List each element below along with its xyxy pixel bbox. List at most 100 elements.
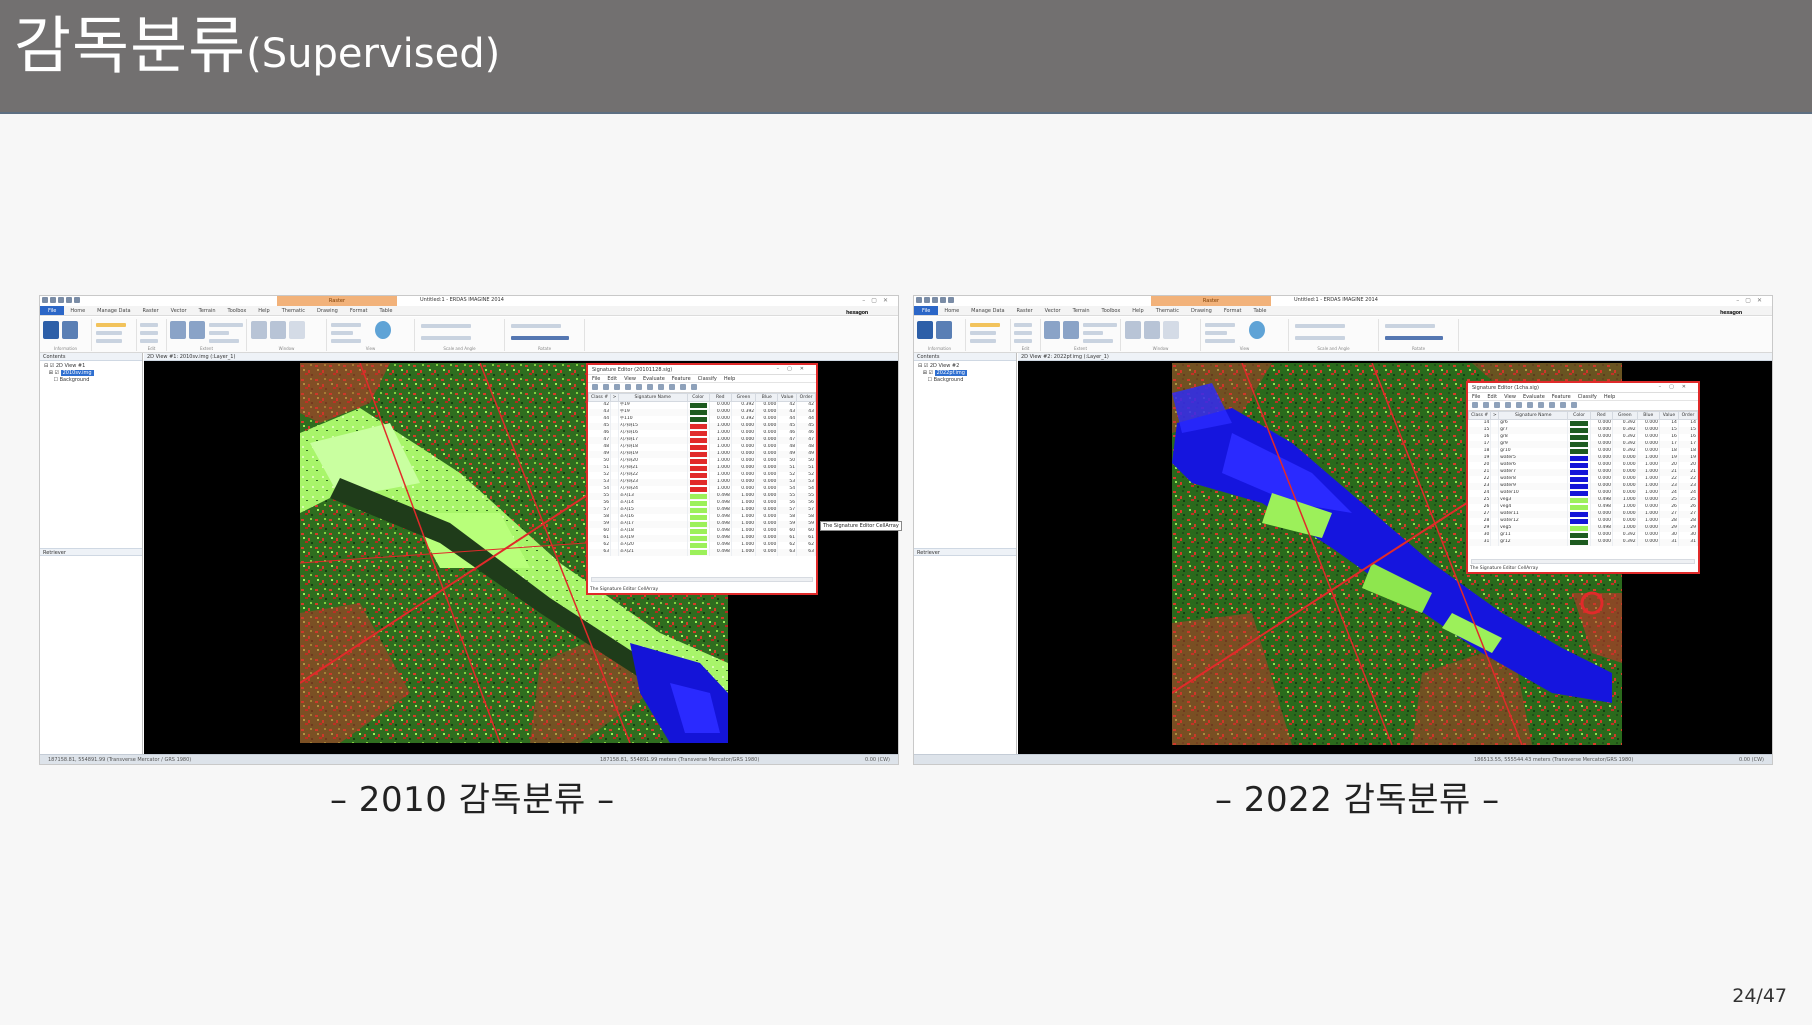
color-swatch-cell[interactable] <box>687 520 710 528</box>
angle-slider[interactable] <box>1295 336 1345 340</box>
color-swatch[interactable] <box>689 423 707 429</box>
inquire-button[interactable] <box>96 331 122 335</box>
table-row[interactable]: 58 초지16 0.498 1.000 0.000 58 58 <box>588 513 816 521</box>
link-views-icon[interactable] <box>1144 321 1160 339</box>
col-value[interactable]: Value <box>777 393 798 402</box>
signature-name-cell[interactable]: water7 <box>1498 468 1569 476</box>
inquire-button[interactable] <box>970 331 996 335</box>
color-swatch-cell[interactable] <box>1567 489 1591 497</box>
reset-icon[interactable] <box>1063 321 1079 339</box>
menu-file[interactable]: File <box>914 306 939 315</box>
color-swatch[interactable] <box>1570 448 1588 454</box>
table-row[interactable]: 18 gr10 0.000 0.392 0.000 18 18 <box>1468 447 1699 455</box>
signature-name-cell[interactable]: veg5 <box>1498 524 1569 532</box>
signature-name-cell[interactable]: 초지21 <box>618 548 688 556</box>
table-row[interactable]: 54 시가화24 1.000 0.000 0.000 54 54 <box>588 485 816 493</box>
col-order[interactable]: Order <box>1677 411 1699 420</box>
quick-access-toolbar[interactable] <box>916 297 1016 305</box>
table-row[interactable]: 42 수19 0.000 0.392 0.000 42 42 <box>588 401 816 409</box>
table-row[interactable]: 19 water5 0.000 0.000 1.000 19 19 <box>1468 454 1699 462</box>
table-row[interactable]: 24 water10 0.000 0.000 1.000 24 24 <box>1468 489 1699 497</box>
sweep-button[interactable] <box>331 331 353 335</box>
col-order[interactable]: Order <box>796 393 816 402</box>
basemap-icon[interactable] <box>1249 321 1265 339</box>
color-swatch-cell[interactable] <box>1567 482 1591 490</box>
color-swatch[interactable] <box>689 430 707 436</box>
col-value[interactable]: Value <box>1658 411 1679 420</box>
cut-button[interactable] <box>1014 323 1032 327</box>
table-row[interactable]: 45 시가화15 1.000 0.000 0.000 45 45 <box>588 422 816 430</box>
color-swatch[interactable] <box>689 437 707 443</box>
color-swatch[interactable] <box>1570 476 1588 482</box>
color-swatch[interactable] <box>1570 420 1588 426</box>
signature-name-cell[interactable]: 초지20 <box>618 541 688 549</box>
color-swatch-cell[interactable] <box>1567 447 1591 455</box>
col-color[interactable]: Color <box>1567 411 1591 420</box>
table-row[interactable]: 59 초지17 0.498 1.000 0.000 59 59 <box>588 520 816 528</box>
col-class[interactable]: Class # <box>587 393 612 402</box>
table-row[interactable]: 22 water8 0.000 0.000 1.000 22 22 <box>1468 475 1699 483</box>
open-icon[interactable] <box>924 297 930 303</box>
color-swatch[interactable] <box>1570 497 1588 503</box>
table-row[interactable]: 51 시가화21 1.000 0.000 0.000 51 51 <box>588 464 816 472</box>
table-row[interactable]: 50 시가화20 1.000 0.000 0.000 50 50 <box>588 457 816 465</box>
table-row[interactable]: 43 수19 0.000 0.392 0.000 43 43 <box>588 408 816 416</box>
signature-name-cell[interactable]: gr12 <box>1498 538 1569 546</box>
color-swatch[interactable] <box>689 500 707 506</box>
new-icon[interactable] <box>603 384 609 390</box>
context-tab-raster[interactable]: Raster <box>1151 296 1271 306</box>
col-blue[interactable]: Blue <box>1636 411 1660 420</box>
undo-icon[interactable] <box>58 297 64 303</box>
pan-button[interactable] <box>209 331 229 335</box>
tree-item-view[interactable]: ⊟ ☑ 2D View #1 <box>44 363 138 370</box>
table-row[interactable]: 29 veg5 0.498 1.000 0.000 29 29 <box>1468 524 1699 532</box>
previous-extent-button[interactable] <box>209 323 243 327</box>
playback-controls[interactable] <box>511 336 569 340</box>
basemap-icon[interactable] <box>375 321 391 339</box>
color-swatch-cell[interactable] <box>687 408 710 416</box>
color-swatch-cell[interactable] <box>687 436 710 444</box>
down-arrow-icon[interactable] <box>680 384 686 390</box>
color-swatch-cell[interactable] <box>687 415 710 423</box>
save-icon[interactable] <box>42 297 48 303</box>
signature-name-cell[interactable]: 수19 <box>618 401 688 409</box>
color-swatch[interactable] <box>689 521 707 527</box>
color-swatch-cell[interactable] <box>687 443 710 451</box>
signature-name-cell[interactable]: water12 <box>1498 517 1569 525</box>
sig-menu-feature[interactable]: Feature <box>672 376 691 382</box>
color-swatch-cell[interactable] <box>687 429 710 437</box>
table-row[interactable]: 55 초지13 0.498 1.000 0.000 55 55 <box>588 492 816 500</box>
col-red[interactable]: Red <box>708 393 732 402</box>
open-icon[interactable] <box>592 384 598 390</box>
table-row[interactable]: 20 water6 0.000 0.000 1.000 20 20 <box>1468 461 1699 469</box>
redo-icon[interactable] <box>66 297 72 303</box>
color-swatch-cell[interactable] <box>1567 496 1591 504</box>
col-red[interactable]: Red <box>1589 411 1614 420</box>
color-swatch-cell[interactable] <box>687 506 710 514</box>
color-swatch[interactable] <box>689 507 707 513</box>
horizontal-scrollbar[interactable] <box>591 577 813 582</box>
table-row[interactable]: 30 gr11 0.000 0.392 0.000 30 30 <box>1468 531 1699 539</box>
up-arrow-icon[interactable] <box>691 384 697 390</box>
table-row[interactable]: 60 초지18 0.498 1.000 0.000 60 60 <box>588 527 816 535</box>
col-signature-name[interactable]: Signature Name <box>617 393 688 402</box>
color-swatch[interactable] <box>689 444 707 450</box>
open-icon[interactable] <box>1472 402 1478 408</box>
add-views-icon[interactable] <box>1125 321 1141 339</box>
table-row[interactable]: 17 gr9 0.000 0.392 0.000 17 17 <box>1468 440 1699 448</box>
measure-button[interactable] <box>96 339 122 343</box>
color-swatch[interactable] <box>1570 462 1588 468</box>
fit-to-frame-icon[interactable] <box>1044 321 1060 339</box>
signature-name-cell[interactable]: 초지19 <box>618 534 688 542</box>
menu-file[interactable]: File <box>40 306 65 315</box>
color-swatch[interactable] <box>1570 539 1588 545</box>
select-button[interactable] <box>970 323 1000 327</box>
color-swatch-cell[interactable] <box>687 499 710 507</box>
quick-access-toolbar[interactable] <box>42 297 142 305</box>
table-row[interactable]: 63 초지21 0.498 1.000 0.000 63 63 <box>588 548 816 556</box>
horizontal-scrollbar[interactable] <box>1471 559 1695 564</box>
color-swatch[interactable] <box>689 535 707 541</box>
color-swatch-cell[interactable] <box>1567 454 1591 462</box>
contents-icon[interactable] <box>43 321 59 339</box>
clear-view-button[interactable] <box>331 339 361 343</box>
